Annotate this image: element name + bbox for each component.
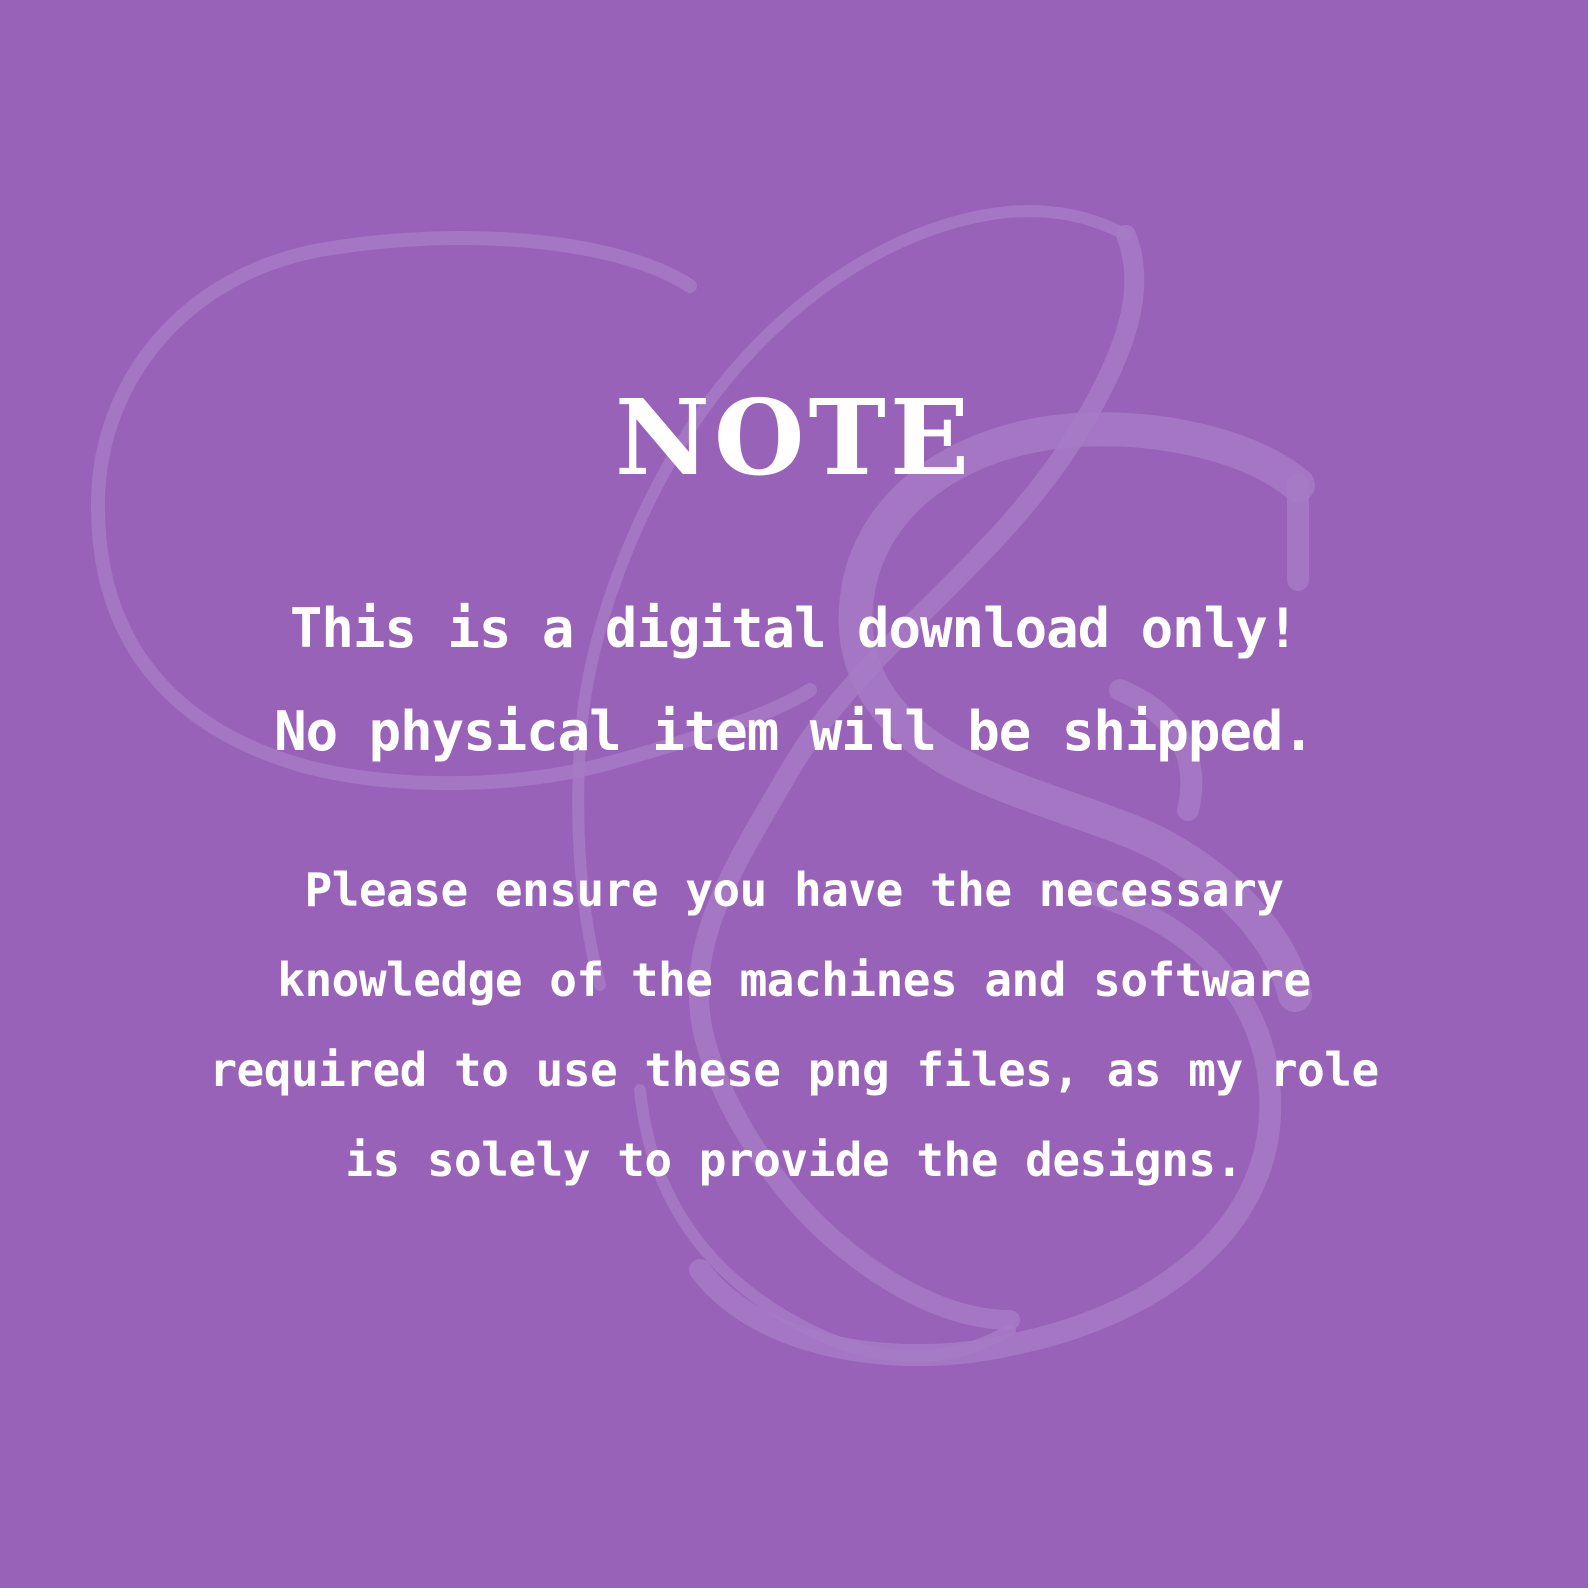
body-line-4: is solely to provide the designs.	[345, 1133, 1243, 1187]
shipping-line: No physical item will be shipped.	[274, 700, 1315, 763]
note-card: NOTE This is a digital download only! No…	[0, 0, 1588, 1588]
note-content: NOTE This is a digital download only! No…	[0, 0, 1588, 1588]
body-line-1: Please ensure you have the necessary	[304, 863, 1285, 917]
body-line-2: knowledge of the machines and software	[277, 953, 1311, 1007]
digital-download-line: This is a digital download only!	[289, 597, 1299, 660]
note-title: NOTE	[614, 376, 974, 499]
body-line-3: required to use these png files, as my r…	[209, 1043, 1379, 1097]
